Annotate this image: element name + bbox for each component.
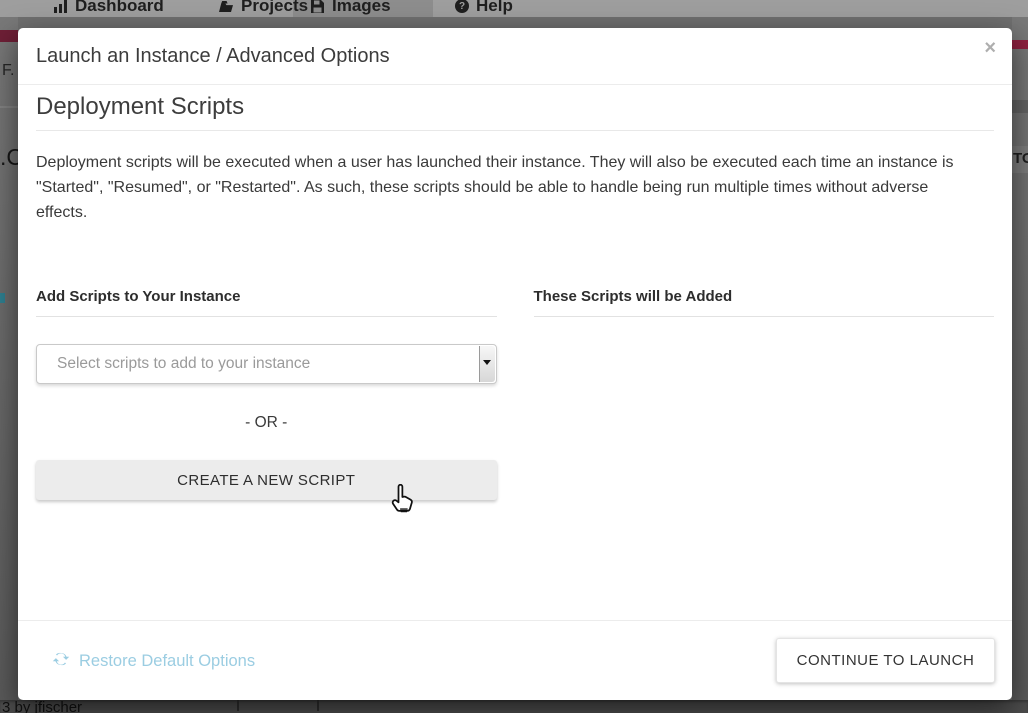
nav-tab-label: Projects [241, 0, 308, 16]
add-scripts-column: Add Scripts to Your Instance Select scri… [36, 288, 497, 500]
nav-tab-label: Help [476, 0, 513, 16]
bar-chart-icon [53, 0, 68, 14]
page-table-border-fragment [237, 700, 239, 711]
page-text-fragment: TO [1013, 150, 1028, 167]
columns: Add Scripts to Your Instance Select scri… [36, 288, 994, 500]
save-floppy-icon [310, 0, 325, 14]
section-description: Deployment scripts will be executed when… [36, 150, 984, 225]
page-band-fragment [1012, 100, 1028, 113]
nav-tab-images[interactable]: Images [310, 0, 391, 17]
backdrop-left [0, 17, 18, 700]
screen: Dashboard Projects Images ? Help [0, 0, 1028, 713]
page-text-fragment: F. [2, 62, 14, 80]
nav-tab-help[interactable]: ? Help [455, 0, 513, 17]
scripts-select[interactable]: Select scripts to add to your instance [36, 344, 497, 384]
backdrop-bottom [0, 700, 1028, 713]
nav-tab-label: Dashboard [75, 0, 164, 16]
backdrop-right [1012, 17, 1028, 700]
page-maroon-stripe [0, 30, 18, 42]
restore-label: Restore Default Options [79, 652, 255, 671]
page-link-fragment [0, 293, 5, 303]
create-new-script-button[interactable]: CREATE A NEW SCRIPT [36, 460, 497, 500]
add-scripts-heading: Add Scripts to Your Instance [36, 288, 497, 317]
modal-header: Launch an Instance / Advanced Options × [18, 28, 1012, 85]
continue-to-launch-button[interactable]: CONTINUE TO LAUNCH [776, 638, 995, 683]
top-navbar: Dashboard Projects Images ? Help [0, 0, 1028, 17]
page-text-fragment: 3 by jfischer [2, 699, 82, 713]
refresh-icon [52, 650, 70, 673]
page-maroon-stripe [1012, 40, 1028, 49]
nav-tab-label: Images [332, 0, 391, 16]
restore-default-options-link[interactable]: Restore Default Options [52, 621, 255, 701]
page-divider-fragment [0, 106, 18, 108]
nav-tab-dashboard[interactable]: Dashboard [53, 0, 164, 17]
folder-icon [218, 0, 234, 13]
section-heading: Deployment Scripts [36, 93, 994, 131]
added-scripts-heading: These Scripts will be Added [534, 288, 995, 317]
chevron-down-icon[interactable] [479, 346, 495, 382]
question-circle-icon: ? [455, 0, 469, 13]
modal-body: Deployment Scripts Deployment scripts wi… [36, 85, 994, 500]
modal-footer: Restore Default Options CONTINUE TO LAUN… [18, 620, 1012, 700]
nav-tab-projects[interactable]: Projects [218, 0, 308, 17]
page-table-border-fragment [317, 700, 319, 711]
hand-pointer-cursor-icon [389, 484, 414, 519]
or-separator: - OR - [36, 414, 497, 432]
modal-title: Launch an Instance / Advanced Options [36, 28, 390, 85]
scripts-select-placeholder: Select scripts to add to your instance [57, 345, 310, 383]
close-icon[interactable]: × [984, 38, 996, 58]
advanced-options-modal: Launch an Instance / Advanced Options × … [18, 28, 1012, 700]
added-scripts-column: These Scripts will be Added [534, 288, 995, 500]
